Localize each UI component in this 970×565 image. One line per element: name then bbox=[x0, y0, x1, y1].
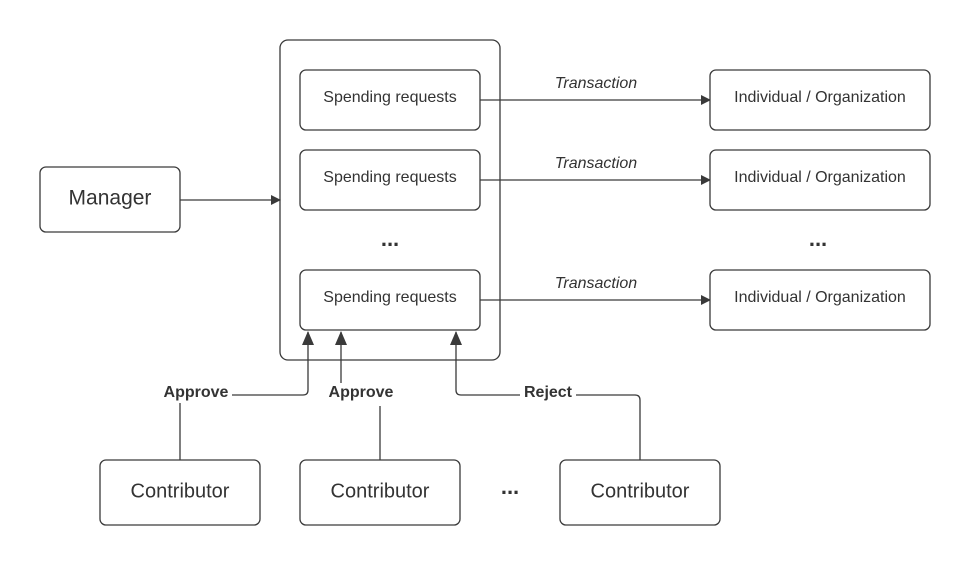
contributor-label: Contributor bbox=[331, 480, 430, 502]
vote-label-approve: Approve bbox=[329, 384, 394, 401]
ellipsis: ... bbox=[381, 226, 399, 251]
manager-node: Manager bbox=[39, 166, 181, 233]
diagram: Manager Spending requests Spending reque… bbox=[39, 39, 931, 526]
ellipsis: ... bbox=[809, 226, 827, 251]
recipient-1: Individual / Organization bbox=[709, 69, 931, 131]
contributor-label: Contributor bbox=[591, 480, 690, 502]
spending-request-1: Spending requests bbox=[299, 69, 481, 131]
spending-request-label: Spending requests bbox=[323, 169, 456, 186]
transaction-2: Transaction bbox=[480, 155, 711, 185]
manager-label: Manager bbox=[69, 187, 152, 210]
spending-request-label: Spending requests bbox=[323, 89, 456, 106]
transaction-3: Transaction bbox=[480, 275, 711, 305]
contributor-label: Contributor bbox=[131, 480, 230, 502]
recipient-label: Individual / Organization bbox=[734, 89, 906, 106]
vote-label-approve: Approve bbox=[164, 384, 229, 401]
recipient-label: Individual / Organization bbox=[734, 169, 906, 186]
transaction-1: Transaction bbox=[480, 75, 711, 105]
recipient-3: Individual / Organization bbox=[709, 269, 931, 331]
recipient-label: Individual / Organization bbox=[734, 289, 906, 306]
recipient-2: Individual / Organization bbox=[709, 149, 931, 211]
transaction-label: Transaction bbox=[555, 275, 638, 292]
spending-request-label: Spending requests bbox=[323, 289, 456, 306]
ellipsis: ... bbox=[501, 474, 519, 499]
contributor-3: Contributor bbox=[559, 459, 721, 526]
contributor-1: Contributor bbox=[99, 459, 261, 526]
spending-request-2: Spending requests bbox=[299, 149, 481, 211]
contributor-2: Contributor bbox=[299, 459, 461, 526]
vote-label-reject: Reject bbox=[524, 384, 573, 401]
transaction-label: Transaction bbox=[555, 155, 638, 172]
spending-request-3: Spending requests bbox=[299, 269, 481, 331]
transaction-label: Transaction bbox=[555, 75, 638, 92]
